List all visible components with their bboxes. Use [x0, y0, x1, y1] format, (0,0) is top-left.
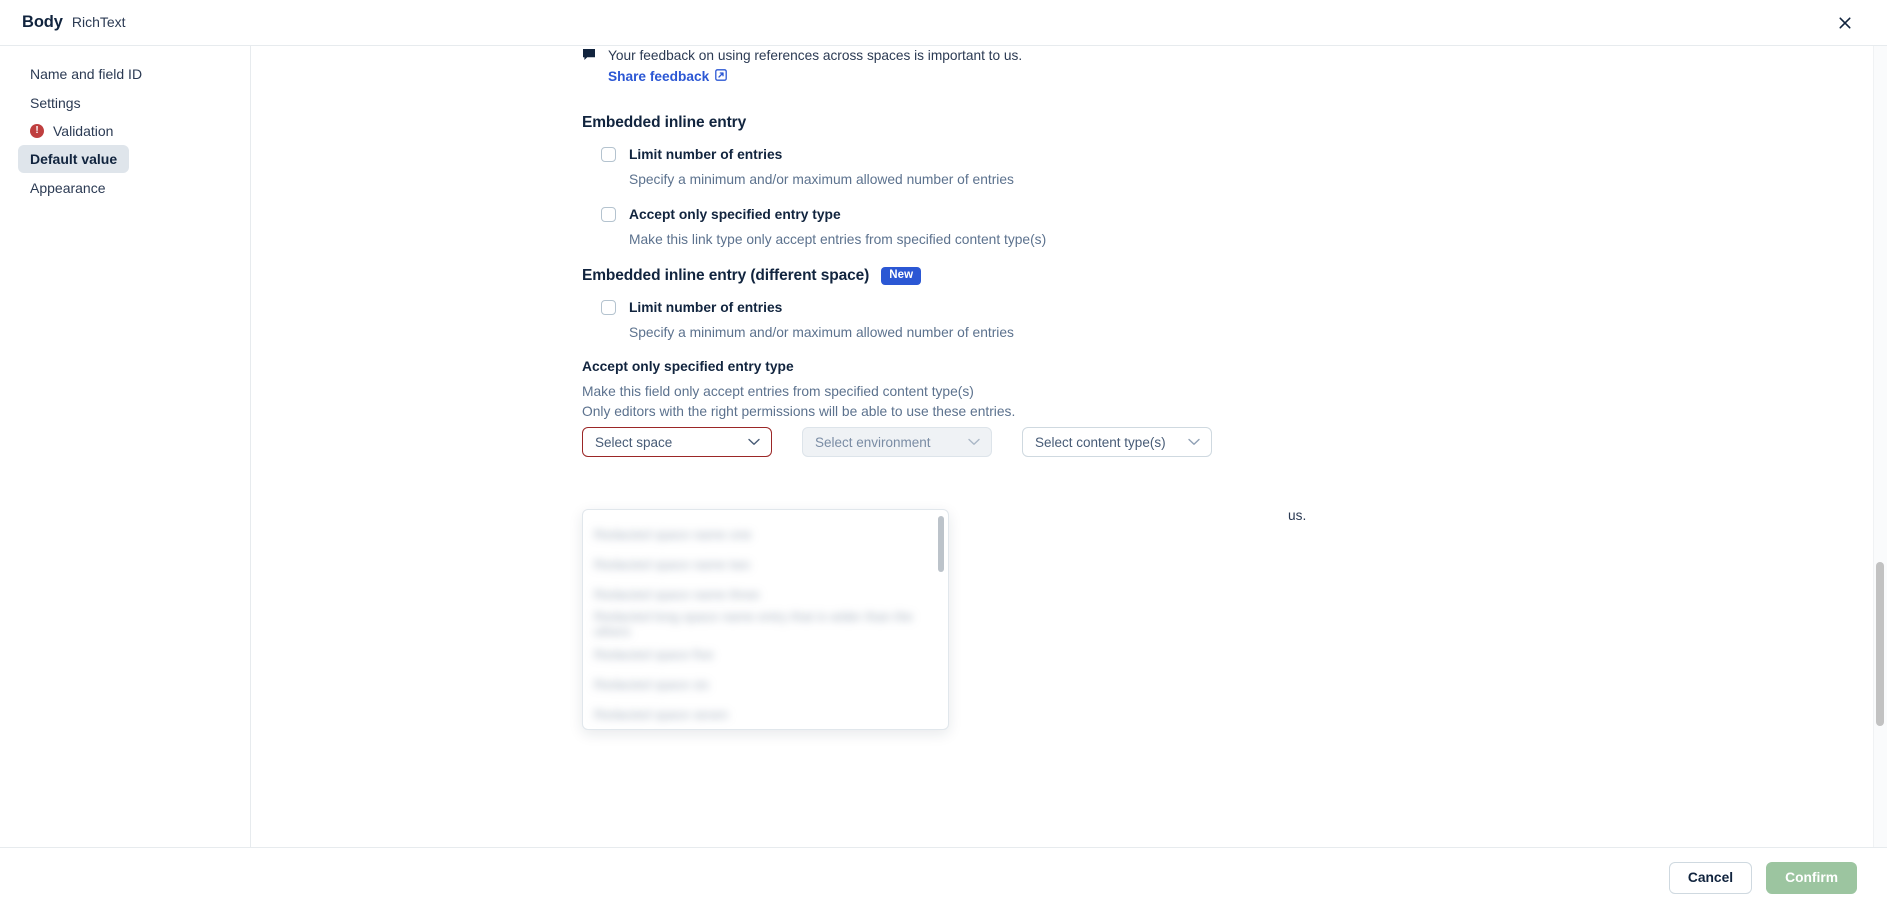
- limit-entries-row: Limit number of entries: [601, 300, 1342, 315]
- dropdown-scrollbar-thumb[interactable]: [938, 516, 944, 572]
- select-content-types[interactable]: Select content type(s): [1022, 427, 1212, 457]
- speech-bubble-icon: [582, 48, 596, 66]
- sidebar-row: Name and field ID: [0, 60, 250, 88]
- sidebar-item-label: Settings: [30, 94, 81, 111]
- new-badge: New: [881, 267, 922, 285]
- different-space-limit-group: Limit number of entries Specify a minimu…: [582, 300, 1342, 343]
- chevron-down-icon: [1188, 438, 1200, 446]
- page-title: Body: [22, 13, 63, 31]
- cancel-button[interactable]: Cancel: [1668, 861, 1753, 894]
- select-space[interactable]: Select space: [582, 427, 772, 457]
- select-environment[interactable]: Select environment: [802, 427, 992, 457]
- accept-only-specified-entry-type-heading: Accept only specified entry type: [582, 359, 794, 374]
- limit-number-of-entries-label[interactable]: Limit number of entries: [629, 300, 782, 315]
- section-embedded-inline-entry-different-space: Embedded inline entry (different space) …: [582, 267, 1342, 285]
- page-scrollbar-track[interactable]: [1873, 46, 1887, 847]
- share-feedback-link[interactable]: Share feedback: [608, 69, 728, 84]
- sidebar-row: Appearance: [0, 174, 250, 202]
- section-heading: Embedded inline entry (different space) …: [582, 267, 1342, 285]
- list-item[interactable]: Redacted space name one: [594, 519, 937, 549]
- external-link-icon: [715, 69, 728, 84]
- list-item[interactable]: Redacted space name three: [594, 579, 937, 609]
- limit-number-of-entries-checkbox[interactable]: [601, 147, 616, 162]
- inline-entry-accept-group: Accept only specified entry type Make th…: [582, 207, 1342, 250]
- list-item[interactable]: Redacted space five: [594, 639, 937, 669]
- limit-entries-helper: Specify a minimum and/or maximum allowed…: [629, 325, 1014, 340]
- chevron-down-icon: [968, 438, 980, 446]
- sidebar-item-label: Name and field ID: [30, 66, 143, 83]
- ghost-feedback-tail: us.: [1288, 508, 1307, 523]
- space-options-dropdown[interactable]: Redacted space name one Redacted space n…: [582, 509, 949, 730]
- accept-entry-type-helper-line1: Make this field only accept entries from…: [582, 384, 974, 399]
- select-content-types-value: Select content type(s): [1035, 434, 1166, 450]
- accept-entry-type-row: Accept only specified entry type: [601, 207, 1342, 222]
- sidebar-item-label: Default value: [30, 151, 118, 168]
- sidebar-row: ! Validation: [0, 117, 250, 145]
- list-item[interactable]: Redacted space seven: [594, 699, 937, 729]
- modal-footer: Cancel Confirm: [0, 847, 1887, 907]
- space-options-list: Redacted space name one Redacted space n…: [583, 510, 948, 729]
- accept-entry-type-helper: Make this link type only accept entries …: [629, 232, 1047, 247]
- list-item[interactable]: Redacted space name two: [594, 549, 937, 579]
- header-title-group: Body RichText: [0, 13, 126, 32]
- modal-header: Body RichText: [0, 0, 1887, 46]
- inline-entry-limit-group: Limit number of entries Specify a minimu…: [582, 147, 1342, 190]
- field-settings-modal: Body RichText Name and field ID Settings: [0, 0, 1887, 907]
- section-heading: Embedded inline entry: [582, 114, 1342, 132]
- accept-only-specified-entry-type-checkbox[interactable]: [601, 207, 616, 222]
- sidebar-item-label: Appearance: [30, 179, 106, 196]
- list-item[interactable]: Redacted long space name entry that is w…: [594, 609, 937, 639]
- confirm-button[interactable]: Confirm: [1766, 861, 1857, 894]
- sidebar-item-default-value[interactable]: Default value: [18, 145, 130, 174]
- close-icon[interactable]: [1833, 11, 1857, 35]
- chevron-down-icon: [748, 438, 760, 446]
- validation-error-icon: !: [30, 123, 44, 138]
- settings-content: Your feedback on using references across…: [252, 46, 1887, 847]
- settings-sidebar: Name and field ID Settings ! Validation …: [0, 46, 251, 907]
- share-feedback-label: Share feedback: [608, 69, 710, 84]
- sidebar-item-label: Validation: [53, 122, 114, 139]
- sidebar-item-appearance[interactable]: Appearance: [18, 174, 118, 202]
- sidebar-row: Default value: [0, 145, 250, 174]
- select-environment-value: Select environment: [815, 434, 931, 450]
- section-heading-label: Embedded inline entry (different space): [582, 267, 870, 284]
- accept-only-specified-entry-type-label[interactable]: Accept only specified entry type: [629, 207, 841, 222]
- limit-entries-helper: Specify a minimum and/or maximum allowed…: [629, 172, 1014, 187]
- limit-number-of-entries-checkbox-different-space[interactable]: [601, 300, 616, 315]
- sidebar-item-name-and-field-id[interactable]: Name and field ID: [18, 60, 154, 88]
- feedback-text: Your feedback on using references across…: [608, 48, 1023, 63]
- list-item[interactable]: Redacted space six: [594, 669, 937, 699]
- accept-entry-type-block: Accept only specified entry type Make th…: [582, 359, 1342, 422]
- feedback-banner: Your feedback on using references across…: [582, 46, 1342, 86]
- sidebar-item-validation[interactable]: ! Validation: [18, 117, 125, 145]
- space-environment-content-type-selectors: Select space Select environment Select c…: [582, 427, 1342, 457]
- sidebar-item-settings[interactable]: Settings: [18, 89, 93, 117]
- accept-entry-type-helper-line2: Only editors with the right permissions …: [582, 404, 1016, 419]
- select-space-value: Select space: [595, 434, 673, 450]
- limit-number-of-entries-label[interactable]: Limit number of entries: [629, 147, 782, 162]
- limit-entries-row: Limit number of entries: [601, 147, 1342, 162]
- field-type-label: RichText: [71, 14, 126, 30]
- sidebar-row: Settings: [0, 88, 250, 116]
- sidebar-nav-list: Name and field ID Settings ! Validation …: [0, 60, 250, 202]
- page-scrollbar-thumb[interactable]: [1876, 562, 1884, 726]
- section-embedded-inline-entry: Embedded inline entry: [582, 114, 1342, 132]
- section-heading-label: Embedded inline entry: [582, 114, 747, 131]
